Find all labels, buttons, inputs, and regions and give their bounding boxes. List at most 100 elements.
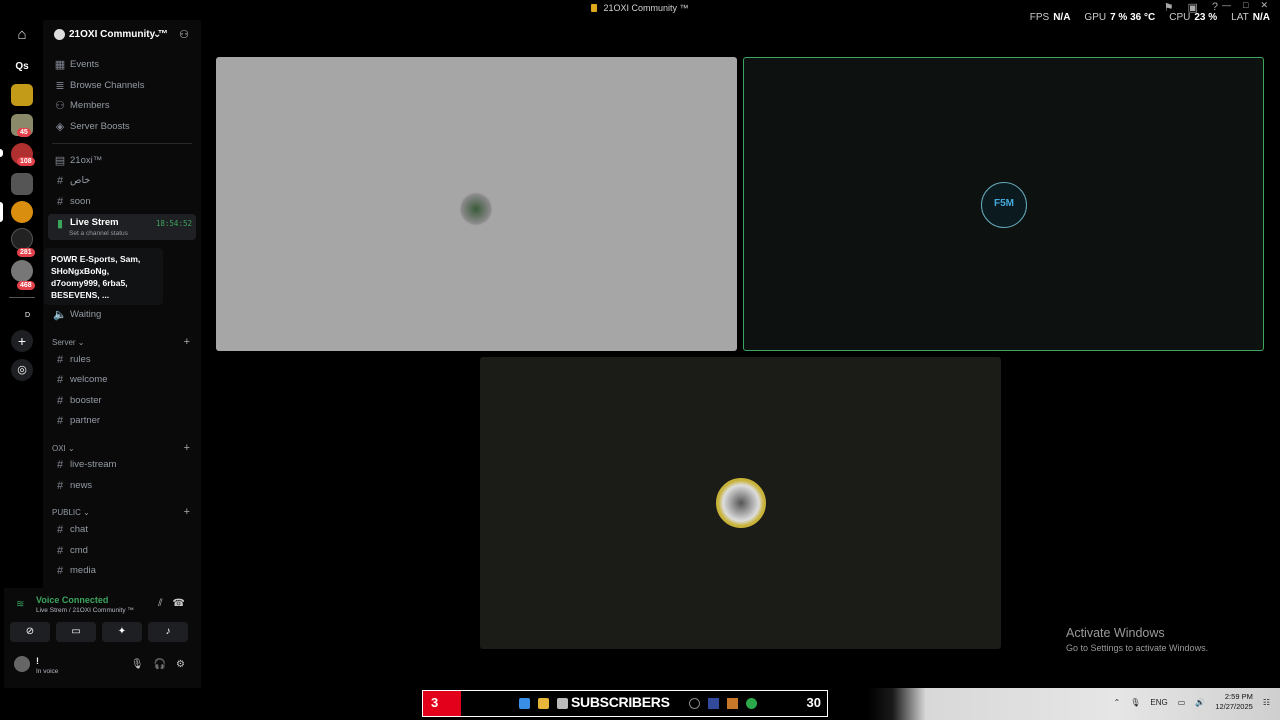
- app-icon: [591, 4, 598, 12]
- camera-off-button[interactable]: ⊘: [10, 622, 50, 642]
- noise-suppression-icon[interactable]: ⫽: [158, 598, 162, 609]
- add-channel-icon[interactable]: +: [184, 336, 190, 348]
- file-explorer-icon[interactable]: [538, 698, 549, 709]
- xbox-icon[interactable]: [746, 698, 757, 709]
- hash-icon: #: [56, 353, 64, 366]
- nav-item-members[interactable]: ⚇ Members: [48, 96, 196, 115]
- mic-icon[interactable]: 🎙: [1130, 698, 1140, 707]
- chevron-up-icon[interactable]: ⌃: [1114, 698, 1121, 707]
- channel-item[interactable]: # live-stream: [48, 455, 196, 474]
- windows-start-icon[interactable]: [519, 698, 530, 709]
- window-controls: — □ ✕: [1222, 0, 1268, 11]
- stream-tile-1[interactable]: [216, 57, 737, 351]
- app-icon[interactable]: [708, 698, 719, 709]
- channel-item[interactable]: # soon: [48, 192, 196, 211]
- sub-label: SUBSCRIBERS: [571, 694, 670, 710]
- clock[interactable]: 2:59 PM 12/27/2025: [1215, 692, 1253, 712]
- sub-count: 3: [423, 691, 461, 716]
- voice-channel-live[interactable]: ▮ Live Strem 18:54:52 Set a channel stat…: [48, 214, 196, 240]
- app-icon[interactable]: [727, 698, 738, 709]
- chevron-down-icon: ⌄: [153, 29, 162, 40]
- hash-icon: #: [56, 195, 64, 208]
- calendar-icon: ▦: [54, 59, 66, 71]
- channel-item[interactable]: # rules: [48, 350, 196, 369]
- disconnect-icon[interactable]: ☎: [173, 598, 185, 609]
- close-button[interactable]: ✕: [1260, 0, 1268, 11]
- app-icon[interactable]: [557, 698, 568, 709]
- voice-status: Voice Connected: [36, 595, 109, 605]
- channel-item[interactable]: # cmd: [48, 541, 196, 560]
- server-header[interactable]: 21OXI Community ™ ⌄ ⚇: [43, 20, 201, 50]
- channel-item[interactable]: # news: [48, 476, 196, 495]
- invite-people-icon[interactable]: ⚇: [179, 28, 189, 41]
- hash-icon: #: [56, 394, 64, 407]
- stream-tile-3[interactable]: [480, 357, 1001, 649]
- volume-icon[interactable]: 🔊: [1195, 698, 1205, 707]
- category-oxi[interactable]: OXI ⌄ +: [52, 442, 190, 454]
- lat-stat: LAT N/A: [1231, 12, 1270, 23]
- hash-icon: #: [56, 414, 64, 427]
- sub-goal: 30: [806, 695, 821, 710]
- stream-tile-2[interactable]: F5M: [743, 57, 1264, 351]
- steam-icon[interactable]: [689, 698, 700, 709]
- server-icon-6[interactable]: [11, 228, 33, 250]
- rules-icon: ▤: [54, 155, 66, 167]
- language-indicator[interactable]: ENG: [1150, 698, 1167, 707]
- hash-icon: #: [56, 174, 64, 187]
- unread-badge: 45: [17, 128, 31, 137]
- channel-item[interactable]: # chat: [48, 520, 196, 539]
- voice-members-tooltip: POWR E-Sports, Sam, SHoNgxBoNg, d7oomy99…: [44, 248, 163, 305]
- system-tray: ⌃ 🎙 ENG ▭ 🔊 2:59 PM 12/27/2025 ☷: [1114, 692, 1270, 712]
- voice-panel: ≋ Voice Connected Live Strem / 21OXI Com…: [4, 588, 197, 688]
- explore-icon[interactable]: ◎: [11, 359, 33, 381]
- gpu-stat: GPU 7 % 36 °C: [1084, 12, 1156, 23]
- notifications-icon[interactable]: ☷: [1263, 698, 1270, 707]
- server-icon-4[interactable]: [11, 173, 33, 195]
- server-icon-7[interactable]: [11, 260, 33, 282]
- soundboard-button[interactable]: ♪: [148, 622, 188, 642]
- signal-icon[interactable]: ≋: [16, 599, 24, 610]
- nav-item-events[interactable]: ▦ Events: [48, 55, 196, 74]
- activities-button[interactable]: ✦: [102, 622, 142, 642]
- mic-icon[interactable]: 🎙: [131, 659, 144, 670]
- screen-share-button[interactable]: ▭: [56, 622, 96, 642]
- settings-icon[interactable]: ⚙: [176, 659, 185, 670]
- headphones-icon[interactable]: 🎧: [154, 659, 166, 670]
- category-server[interactable]: Server ⌄ +: [52, 336, 190, 348]
- channel-status[interactable]: Set a channel status: [69, 230, 128, 237]
- category-public[interactable]: PUBLIC ⌄ +: [52, 506, 190, 518]
- channel-item[interactable]: # media: [48, 561, 196, 580]
- hash-icon: #: [56, 523, 64, 536]
- avatar-logo-text: F5M: [994, 198, 1014, 209]
- voice-channel-waiting[interactable]: 🔈 Waiting: [48, 305, 196, 324]
- fps-stat: FPS N/A: [1029, 12, 1071, 23]
- server-logo-icon: [54, 29, 65, 40]
- server-icon-5[interactable]: [11, 201, 33, 223]
- minimize-button[interactable]: —: [1222, 0, 1231, 11]
- voice-location[interactable]: Live Strem / 21OXI Community ™: [36, 607, 134, 614]
- avatar[interactable]: [14, 656, 30, 672]
- maximize-button[interactable]: □: [1243, 0, 1248, 11]
- discord-home-icon[interactable]: ⌂: [11, 24, 33, 46]
- add-channel-icon[interactable]: +: [184, 506, 190, 518]
- channel-item[interactable]: ▤ 21oxi™: [48, 151, 196, 170]
- channel-item[interactable]: # partner: [48, 411, 196, 430]
- network-icon[interactable]: ▭: [1178, 698, 1186, 707]
- taskbar-apps: [519, 698, 568, 709]
- channel-item[interactable]: # خاص: [48, 171, 196, 190]
- channel-item[interactable]: # welcome: [48, 370, 196, 389]
- activate-windows-watermark: Activate Windows Go to Settings to activ…: [1066, 626, 1209, 653]
- browse-icon: ≣: [55, 80, 65, 92]
- perf-overlay: FPS N/A GPU 7 % 36 °C CPU 23 % LAT N/A: [1030, 12, 1270, 23]
- nav-item-boosts[interactable]: ◈ Server Boosts: [48, 117, 196, 136]
- add-channel-icon[interactable]: +: [184, 442, 190, 454]
- server-icon-1[interactable]: [11, 84, 33, 106]
- hash-icon: #: [56, 458, 64, 471]
- add-server-icon[interactable]: +: [11, 330, 33, 352]
- rail-divider: [9, 297, 35, 298]
- server-qs[interactable]: Qs: [11, 56, 33, 78]
- nav-item-browse[interactable]: ≣ Browse Channels: [48, 76, 196, 95]
- channel-item[interactable]: # booster: [48, 391, 196, 410]
- unread-badge: 281: [17, 248, 35, 257]
- selected-pill: [0, 202, 3, 222]
